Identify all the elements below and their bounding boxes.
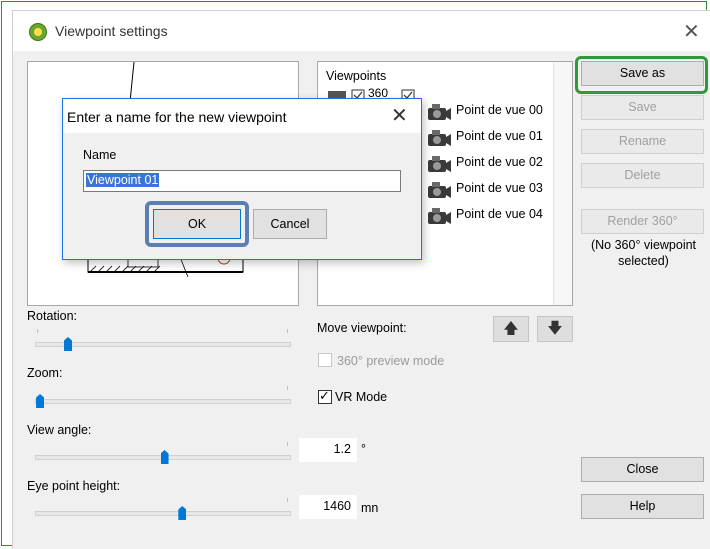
save-as-highlight <box>575 56 708 94</box>
rotation-slider-thumb[interactable] <box>64 337 73 351</box>
app-logo-icon <box>29 23 47 41</box>
title-bar: Viewpoint settings ✕ <box>13 11 710 51</box>
move-down-arrow-icon[interactable]: 🡇 <box>537 316 573 342</box>
render-360-button[interactable]: Render 360° <box>581 209 704 234</box>
slider-tick <box>287 442 288 446</box>
eye-height-slider-thumb[interactable] <box>178 506 187 520</box>
viewpoint-label: Point de vue 02 <box>456 155 543 169</box>
dialog-close-icon[interactable]: ✕ <box>391 103 408 128</box>
view-angle-unit: ° <box>361 442 366 456</box>
viewpoint-settings-window: Viewpoint settings ✕ Viewpoints 360 Poin… <box>12 10 710 549</box>
dialog-title: Enter a name for the new viewpoint <box>67 109 287 125</box>
cancel-button[interactable]: Cancel <box>253 209 327 239</box>
camera-icon <box>428 182 451 198</box>
viewpoint-label: Point de vue 00 <box>456 103 543 117</box>
no-360-note: (No 360° viewpoint selected) <box>590 238 697 268</box>
preview-360-checkbox[interactable] <box>318 353 332 367</box>
camera-icon <box>428 156 451 172</box>
name-label: Name <box>83 148 117 162</box>
viewpoint-label: Point de vue 03 <box>456 181 543 195</box>
viewpoint-item[interactable]: Point de vue 01 <box>426 126 566 148</box>
vr-mode-label: VR Mode <box>335 390 388 404</box>
viewpoint-name-input[interactable]: Viewpoint 01 <box>83 170 401 192</box>
zoom-label: Zoom: <box>27 366 63 380</box>
view-angle-field[interactable]: 1.2 <box>299 438 357 462</box>
viewpoint-label: Point de vue 01 <box>456 129 543 143</box>
delete-button[interactable]: Delete <box>581 163 704 188</box>
zoom-slider-track[interactable] <box>35 399 291 404</box>
camera-icon <box>428 130 451 146</box>
dialog-body: Name Viewpoint 01 OK Cancel <box>63 133 421 259</box>
view-angle-label: View angle: <box>27 423 92 437</box>
viewpoint-label: Point de vue 04 <box>456 207 543 221</box>
camera-icon <box>428 104 451 120</box>
viewpoints-scrollbar[interactable] <box>553 62 572 305</box>
help-button[interactable]: Help <box>581 494 704 519</box>
window-close-icon[interactable]: ✕ <box>683 19 700 44</box>
viewpoints-title: Viewpoints <box>326 69 387 83</box>
slider-tick <box>287 498 288 502</box>
rename-button[interactable]: Rename <box>581 129 704 154</box>
viewpoint-item[interactable]: Point de vue 04 <box>426 204 566 226</box>
move-up-arrow-icon[interactable]: 🡅 <box>493 316 529 342</box>
zoom-slider-thumb[interactable] <box>36 394 45 408</box>
camera-icon <box>428 208 451 224</box>
ok-button[interactable]: OK <box>153 209 241 239</box>
eye-height-slider-track[interactable] <box>35 511 291 516</box>
rotation-slider-track[interactable] <box>35 342 291 347</box>
new-viewpoint-dialog: Enter a name for the new viewpoint ✕ Nam… <box>62 98 422 260</box>
eye-height-field[interactable]: 1460 <box>299 495 357 519</box>
preview-360-label: 360° preview mode <box>337 354 445 368</box>
slider-tick <box>287 386 288 390</box>
save-button[interactable]: Save <box>581 95 704 120</box>
close-button[interactable]: Close <box>581 457 704 482</box>
selected-name-text: Viewpoint 01 <box>86 173 160 187</box>
slider-tick <box>287 329 288 333</box>
slider-tick <box>37 329 38 333</box>
viewpoint-item[interactable]: Point de vue 03 <box>426 178 566 200</box>
viewpoint-item[interactable]: Point de vue 02 <box>426 152 566 174</box>
vr-mode-checkbox[interactable] <box>318 388 332 404</box>
eye-height-unit: mn <box>361 501 379 515</box>
window-title: Viewpoint settings <box>55 23 168 39</box>
move-viewpoint-label: Move viewpoint: <box>317 321 407 335</box>
view-angle-slider-thumb[interactable] <box>160 450 169 464</box>
viewpoint-item[interactable]: Point de vue 00 <box>426 100 566 122</box>
eye-height-label: Eye point height: <box>27 479 121 493</box>
rotation-label: Rotation: <box>27 309 78 323</box>
